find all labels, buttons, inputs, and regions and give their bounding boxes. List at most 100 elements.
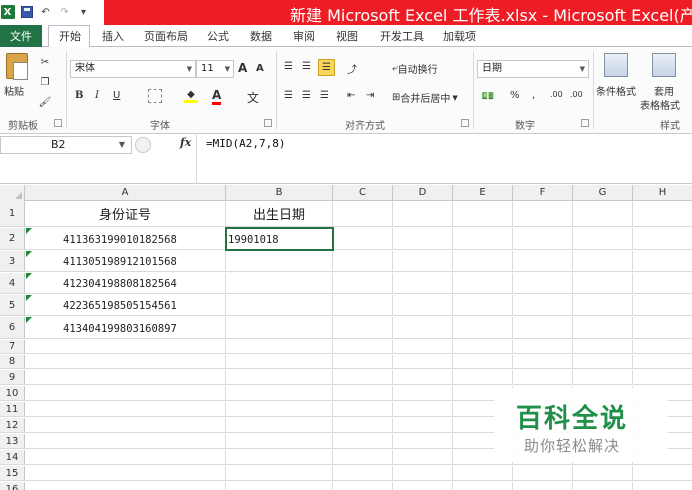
error-indicator-icon[interactable] <box>26 251 32 257</box>
cell-c9[interactable] <box>333 370 393 384</box>
cell-g9[interactable] <box>573 370 633 384</box>
cell-d7[interactable] <box>393 340 453 353</box>
cell-h2[interactable] <box>633 228 692 249</box>
cell-h7[interactable] <box>633 340 692 353</box>
cell-d13[interactable] <box>393 434 453 448</box>
phonetic-button[interactable]: 文 <box>247 89 259 106</box>
cell-e5[interactable] <box>453 295 513 315</box>
align-left-icon[interactable]: ☰ <box>284 90 293 101</box>
cell-a15[interactable] <box>25 466 226 480</box>
align-bottom-icon[interactable]: ☰ <box>318 59 335 76</box>
cell-a4[interactable]: 412304198808182564 <box>25 273 226 293</box>
cell-e6[interactable] <box>453 317 513 338</box>
cell-f8[interactable] <box>513 355 573 368</box>
cell-d15[interactable] <box>393 466 453 480</box>
row-header[interactable]: 11 <box>0 402 25 416</box>
cell-e3[interactable] <box>453 251 513 271</box>
cell-d6[interactable] <box>393 317 453 338</box>
cell-f1[interactable] <box>513 201 573 226</box>
cell-b15[interactable] <box>226 466 333 480</box>
cell-e15[interactable] <box>453 466 513 480</box>
cell-c16[interactable] <box>333 482 393 490</box>
cell-e2[interactable] <box>453 228 513 249</box>
align-top-icon[interactable]: ☰ <box>284 61 293 72</box>
cell-b11[interactable] <box>226 402 333 416</box>
conditional-format-icon[interactable] <box>604 53 628 77</box>
cell-c3[interactable] <box>333 251 393 271</box>
table-format-label[interactable]: 套用 <box>654 83 674 98</box>
cell-e16[interactable] <box>453 482 513 490</box>
row-header[interactable]: 1 <box>0 201 25 226</box>
column-header-f[interactable]: F <box>513 185 573 201</box>
comma-button[interactable]: , <box>532 90 535 101</box>
cell-b1[interactable]: 出生日期 <box>226 201 333 226</box>
cell-d14[interactable] <box>393 450 453 464</box>
cell-c6[interactable] <box>333 317 393 338</box>
formula-input[interactable]: =MID(A2,7,8) <box>206 137 285 150</box>
cell-a16[interactable] <box>25 482 226 490</box>
cell-d11[interactable] <box>393 402 453 416</box>
cell-g3[interactable] <box>573 251 633 271</box>
cell-f2[interactable] <box>513 228 573 249</box>
row-header[interactable]: 3 <box>0 251 25 271</box>
cell-c14[interactable] <box>333 450 393 464</box>
cell-g15[interactable] <box>573 466 633 480</box>
cell-f3[interactable] <box>513 251 573 271</box>
font-name-select[interactable]: 宋体 ▼ <box>70 60 196 78</box>
decrease-decimal-button[interactable]: .00 <box>570 90 583 99</box>
merge-center-button[interactable]: ⊞ 合并后居中 ▼ <box>392 90 458 105</box>
cell-c5[interactable] <box>333 295 393 315</box>
cell-d2[interactable] <box>393 228 453 249</box>
cell-c4[interactable] <box>333 273 393 293</box>
cell-g16[interactable] <box>573 482 633 490</box>
row-header[interactable]: 15 <box>0 466 25 480</box>
column-header-a[interactable]: A <box>25 185 226 201</box>
cell-c10[interactable] <box>333 386 393 400</box>
cell-b9[interactable] <box>226 370 333 384</box>
cell-h8[interactable] <box>633 355 692 368</box>
fx-icon[interactable]: fx <box>180 136 191 149</box>
cell-a2[interactable]: 411363199010182568 <box>25 228 226 249</box>
cell-b10[interactable] <box>226 386 333 400</box>
table-format-label-2[interactable]: 表格格式 <box>640 97 680 112</box>
cell-f15[interactable] <box>513 466 573 480</box>
name-box[interactable]: B2 ▼ <box>0 136 132 154</box>
cell-e8[interactable] <box>453 355 513 368</box>
cell-b5[interactable] <box>226 295 333 315</box>
cell-h3[interactable] <box>633 251 692 271</box>
font-size-select[interactable]: 11 ▼ <box>196 60 234 78</box>
cell-f5[interactable] <box>513 295 573 315</box>
number-launcher-icon[interactable] <box>581 119 589 127</box>
cell-b16[interactable] <box>226 482 333 490</box>
cell-h16[interactable] <box>633 482 692 490</box>
cell-d3[interactable] <box>393 251 453 271</box>
cell-c13[interactable] <box>333 434 393 448</box>
cell-b12[interactable] <box>226 418 333 432</box>
cell-b6[interactable] <box>226 317 333 338</box>
cell-d9[interactable] <box>393 370 453 384</box>
cell-h1[interactable] <box>633 201 692 226</box>
error-indicator-icon[interactable] <box>26 228 32 234</box>
tab-page-layout[interactable]: 页面布局 <box>144 28 188 44</box>
cell-g4[interactable] <box>573 273 633 293</box>
cell-g6[interactable] <box>573 317 633 338</box>
cell-g7[interactable] <box>573 340 633 353</box>
table-format-icon[interactable] <box>652 53 676 77</box>
wrap-text-button[interactable]: ⤶ 自动换行 <box>392 61 438 76</box>
cell-c2[interactable] <box>333 228 393 249</box>
cell-d10[interactable] <box>393 386 453 400</box>
cell-a1[interactable]: 身份证号 <box>25 201 226 226</box>
tab-insert[interactable]: 插入 <box>102 28 124 44</box>
row-header[interactable]: 2 <box>0 228 25 249</box>
column-header-c[interactable]: C <box>333 185 393 201</box>
paste-label[interactable]: 粘贴 <box>4 83 24 98</box>
underline-button[interactable]: U <box>113 90 120 101</box>
cell-a5[interactable]: 422365198505154561 <box>25 295 226 315</box>
cell-c11[interactable] <box>333 402 393 416</box>
number-format-select[interactable]: 日期 ▼ <box>477 60 589 78</box>
cell-c7[interactable] <box>333 340 393 353</box>
cell-a12[interactable] <box>25 418 226 432</box>
cell-e9[interactable] <box>453 370 513 384</box>
cell-g1[interactable] <box>573 201 633 226</box>
format-painter-icon[interactable]: 🖌 <box>38 95 52 109</box>
